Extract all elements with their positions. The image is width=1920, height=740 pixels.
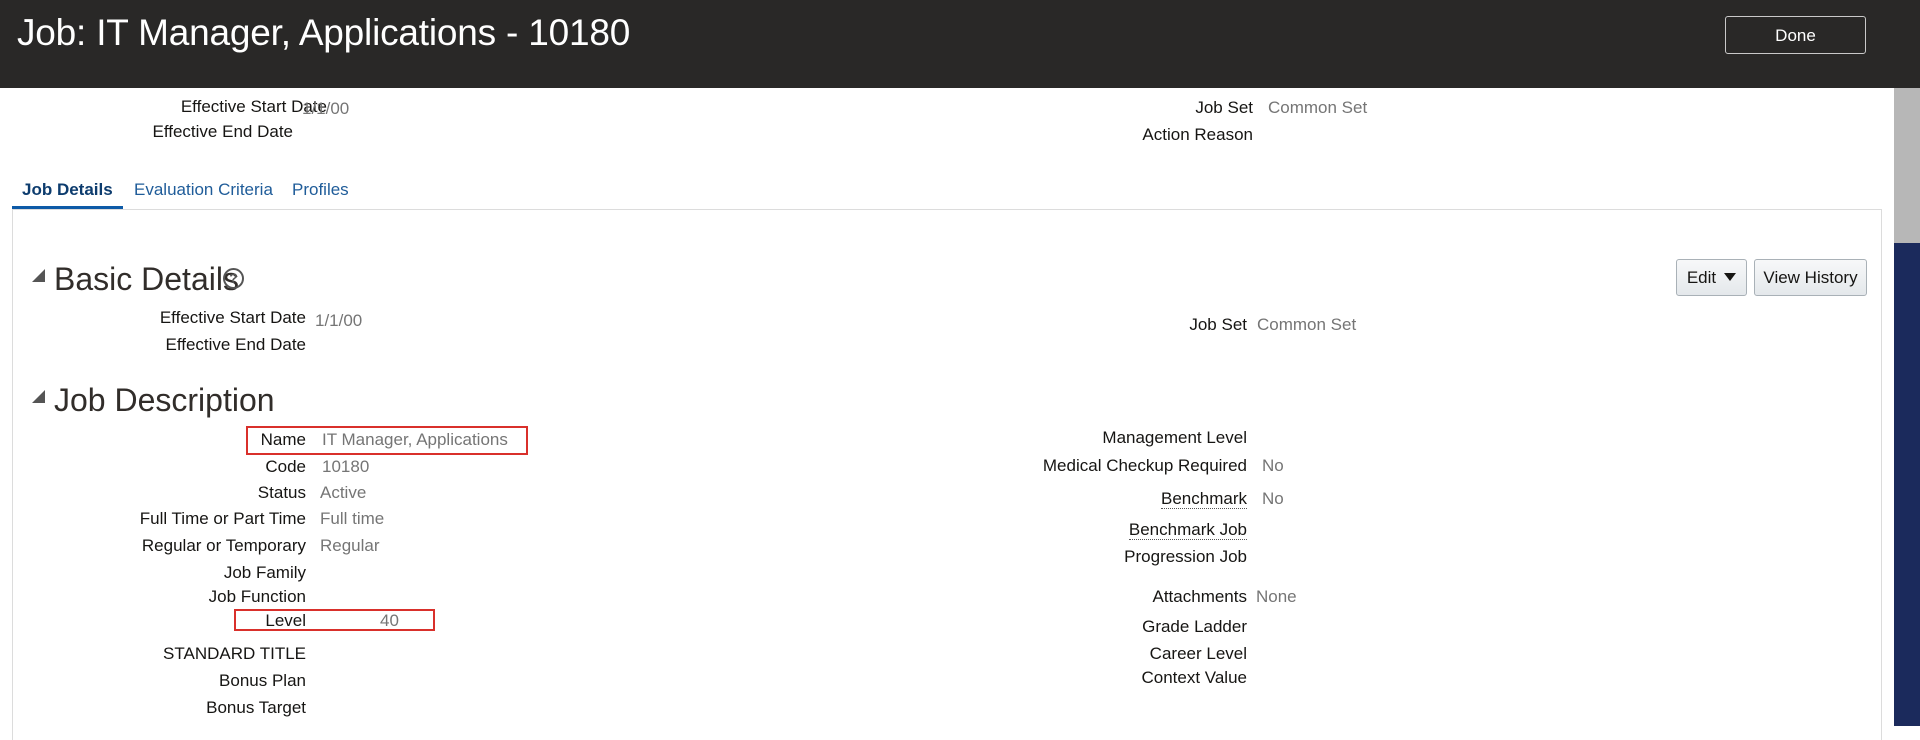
top-job-set-value: Common Set — [1268, 98, 1368, 117]
benchmark-value: No — [1262, 489, 1284, 508]
attachments-value[interactable]: None — [1256, 587, 1297, 607]
benchmark-label-text: Benchmark — [1161, 489, 1247, 509]
level-highlight-box — [234, 609, 435, 631]
top-effective-end-label: Effective End Date — [152, 122, 294, 141]
chevron-down-icon — [1724, 272, 1737, 281]
scrollbar-thumb[interactable] — [1894, 88, 1920, 243]
basic-effective-end-label: Effective End Date — [165, 335, 307, 354]
page-header: Job: IT Manager, Applications - 10180 Do… — [0, 0, 1920, 88]
career-level-label: Career Level — [1149, 644, 1247, 663]
top-action-reason-label: Action Reason — [1142, 125, 1253, 144]
tab-job-details[interactable]: Job Details — [22, 180, 113, 200]
code-label: Code — [265, 457, 306, 476]
management-level-label: Management Level — [1102, 428, 1247, 447]
tab-profiles[interactable]: Profiles — [292, 180, 349, 200]
edit-button[interactable]: Edit — [1676, 259, 1747, 296]
job-description-title: Job Description — [54, 382, 275, 418]
top-effective-start-value: 1/1/00 — [302, 99, 350, 118]
tab-evaluation-criteria[interactable]: Evaluation Criteria — [134, 180, 273, 200]
regular-temporary-value: Regular — [320, 536, 380, 555]
status-label: Status — [257, 483, 306, 502]
medical-checkup-value: No — [1262, 456, 1284, 475]
bonus-plan-label: Bonus Plan — [219, 671, 306, 690]
benchmark-label: Benchmark — [1161, 489, 1247, 509]
full-part-time-label: Full Time or Part Time — [139, 509, 306, 528]
benchmark-job-label: Benchmark Job — [1128, 520, 1247, 540]
status-value: Active — [320, 483, 367, 502]
progression-job-label: Progression Job — [1124, 547, 1247, 566]
bonus-target-label: Bonus Target — [206, 698, 306, 717]
full-part-time-value: Full time — [320, 509, 385, 528]
grade-ladder-label: Grade Ladder — [1142, 617, 1247, 636]
benchmark-job-label-text: Benchmark Job — [1128, 520, 1247, 540]
view-history-button[interactable]: View History — [1754, 259, 1867, 296]
done-button[interactable]: Done — [1725, 16, 1866, 54]
top-job-set-label: Job Set — [1195, 98, 1253, 117]
basic-job-set-label: Job Set — [1189, 315, 1247, 334]
name-highlight-box — [246, 426, 528, 455]
standard-title-label: STANDARD TITLE — [163, 644, 306, 663]
help-icon[interactable]: ? — [223, 268, 244, 289]
basic-effective-start-value: 1/1/00 — [315, 311, 363, 330]
context-value-label: Context Value — [1141, 668, 1247, 687]
page-title: Job: IT Manager, Applications - 10180 — [17, 12, 631, 53]
code-value: 10180 — [322, 457, 370, 476]
active-tab-indicator — [12, 206, 123, 209]
job-function-label: Job Function — [208, 587, 306, 606]
basic-details-title: Basic Details — [54, 261, 239, 297]
edit-button-label: Edit — [1686, 268, 1717, 287]
medical-checkup-label: Medical Checkup Required — [1042, 456, 1247, 475]
job-family-label: Job Family — [223, 563, 306, 582]
basic-effective-start-label: Effective Start Date — [159, 308, 306, 327]
basic-job-set-value: Common Set — [1257, 315, 1357, 334]
collapse-job-description-icon[interactable] — [32, 390, 45, 403]
attachments-label: Attachments — [1152, 587, 1248, 606]
collapse-basic-details-icon[interactable] — [32, 269, 45, 282]
regular-temporary-label: Regular or Temporary — [141, 536, 306, 555]
